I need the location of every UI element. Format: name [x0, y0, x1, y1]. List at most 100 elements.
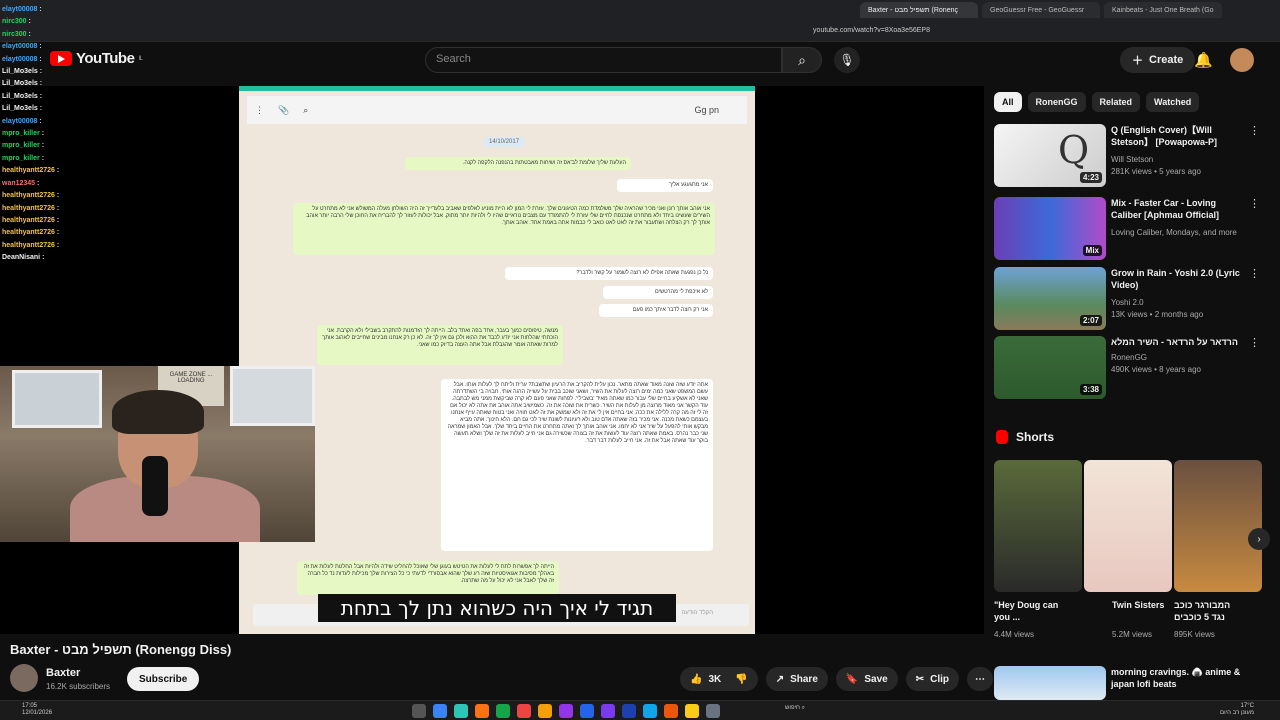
kebab-icon[interactable]: ⋮ [1249, 197, 1260, 210]
thumbs-down-icon[interactable]: 👎 [735, 674, 747, 685]
chat-message: mpro_killer : [2, 140, 102, 152]
video-thumbnail[interactable]: Mix [994, 197, 1106, 260]
shorts-icon [996, 430, 1008, 444]
more-actions-button[interactable]: ⋯ [966, 667, 993, 691]
chip-related[interactable]: Related [1091, 92, 1141, 112]
chat-separator: : [54, 204, 60, 212]
video-thumbnail[interactable]: Q 4:23 [994, 124, 1106, 187]
tab-kainbeats[interactable]: Kainbeats - Just One Breath (Go [1104, 2, 1222, 18]
taskbar-app-icon[interactable] [685, 704, 699, 718]
chat-username: Lil_Mo3els [2, 68, 38, 76]
chat-separator: : [54, 241, 60, 249]
recommended-video[interactable]: Q 4:23 Q (English Cover)【Will Stetson】 [… [994, 124, 1264, 188]
video-meta: 490K views • 8 years ago [1111, 365, 1201, 374]
taskbar-clock: 17:05 12/01/2026 [22, 703, 52, 717]
chat-separator: : [54, 216, 60, 224]
recommended-video[interactable]: 3:38 הרדאר על הרדאר - השיר המלא RonenGG … [994, 336, 1264, 400]
chevron-right-icon[interactable]: › [1248, 528, 1270, 550]
chat-message: mpro_killer : [2, 153, 102, 165]
chat-separator: : [37, 43, 42, 51]
video-thumbnail[interactable]: 3:38 [994, 336, 1106, 399]
account-avatar[interactable] [1230, 48, 1254, 72]
video-title[interactable]: morning cravings. 🍙 anime & japan lofi b… [1111, 666, 1249, 690]
taskbar-app-icon[interactable] [580, 704, 594, 718]
voice-search-button[interactable]: 🎙 [834, 47, 860, 73]
chat-username: healthyantt2726 [2, 241, 55, 249]
taskbar-search[interactable]: חיפוש ⌕ [785, 705, 805, 712]
webcam-feed: GAME ZONE ... LOADING [0, 366, 315, 542]
video-title[interactable]: Mix - Faster Car - Loving Caliber [Aphma… [1111, 197, 1249, 221]
short-title[interactable]: המבורגר כוכב נגד 5 כוכבים [1174, 599, 1232, 623]
taskbar-app-icon[interactable] [454, 704, 468, 718]
plus-icon: ＋ [1132, 55, 1143, 67]
video-title[interactable]: Q (English Cover)【Will Stetson】 [Powapow… [1111, 124, 1249, 148]
taskbar-app-icon[interactable] [622, 704, 636, 718]
url-text[interactable]: youtube.com/watch?v=8Xoa3e56EP8 [813, 27, 930, 34]
video-player[interactable]: ⋮ 📎 ⌕ Gg pn 14/10/2017 העלעת שליך שלומת … [0, 86, 984, 634]
subscriber-count: 16.2K subscribers [46, 682, 111, 691]
browser-bar: Baxter - תשפיל מבט (Ronenç GeoGuessr Fre… [0, 0, 1280, 42]
chat-separator: : [26, 30, 31, 38]
search-input[interactable]: Search [425, 47, 782, 73]
stream-chat-overlay: elayt00008 : nirc300 : nirc300 : elayt00008… [2, 4, 102, 265]
chat-username: elayt00008 [2, 6, 38, 13]
thumbs-up-icon: 👍 [690, 673, 703, 685]
video-title[interactable]: Grow in Rain - Yoshi 2.0 (Lyric Video) [1111, 267, 1249, 291]
chat-username: mpro_killer [2, 154, 40, 162]
taskbar-app-icon[interactable] [433, 704, 447, 718]
kebab-icon[interactable]: ⋮ [1249, 267, 1260, 280]
taskbar-app-icon[interactable] [601, 704, 615, 718]
chip-all[interactable]: All [994, 92, 1022, 112]
chat-message: mpro_killer : [2, 128, 102, 140]
message-bubble: אתה יודע שזה שונה מאוד שאתה מתאר. נכון ע… [441, 379, 713, 551]
recommended-video[interactable]: Mix Mix - Faster Car - Loving Caliber [A… [994, 197, 1264, 261]
taskbar-app-icon[interactable] [412, 704, 426, 718]
chat-username: Lil_Mo3els [2, 92, 38, 100]
taskbar-app-icon[interactable] [517, 704, 531, 718]
short-title[interactable]: "Hey Doug can you ... [994, 599, 1074, 623]
taskbar-app-icon[interactable] [538, 704, 552, 718]
recommended-video[interactable]: 2:07 Grow in Rain - Yoshi 2.0 (Lyric Vid… [994, 267, 1264, 331]
subscribe-button[interactable]: Subscribe [127, 667, 200, 691]
chip-watched[interactable]: Watched [1146, 92, 1200, 112]
notifications-bell-icon[interactable]: 🔔 [1194, 51, 1213, 69]
taskbar-app-icon[interactable] [643, 704, 657, 718]
kebab-icon[interactable]: ⋮ [1249, 124, 1260, 137]
short-thumbnail[interactable] [1084, 460, 1172, 592]
video-meta: 281K views • 5 years ago [1111, 167, 1201, 176]
taskbar-app-icon[interactable] [706, 704, 720, 718]
search-button[interactable]: ⌕ [782, 47, 822, 73]
country-code: IL [138, 55, 143, 62]
taskbar-app-icon[interactable] [559, 704, 573, 718]
chat-separator: : [39, 154, 45, 162]
channel-name[interactable]: Baxter [46, 667, 80, 679]
create-button[interactable]: ＋ Create [1120, 47, 1196, 73]
chip-ronengg[interactable]: RonenGG [1027, 92, 1086, 112]
video-thumbnail[interactable] [994, 666, 1106, 700]
chat-message: nirc300 : [2, 16, 102, 28]
video-thumbnail[interactable]: 2:07 [994, 267, 1106, 330]
short-thumbnail[interactable] [1174, 460, 1262, 592]
taskbar-weather[interactable]: 17°C מעונן רב היום [1220, 703, 1254, 717]
taskbar-app-icon[interactable] [664, 704, 678, 718]
share-button[interactable]: ↗ Share [765, 667, 828, 691]
chat-message: Lil_Mo3els : [2, 66, 102, 78]
like-button[interactable]: 👍 3K 👎 [680, 667, 758, 691]
search-icon: ⌕ [798, 51, 806, 68]
kebab-icon[interactable]: ⋮ [1249, 336, 1260, 349]
create-label: Create [1149, 54, 1184, 66]
tab-active[interactable]: Baxter - תשפיל מבט (Ronenç [860, 2, 978, 18]
address-bar[interactable]: youtube.com/watch?v=8Xoa3e56EP8 [370, 22, 1270, 38]
tab-geoguessr[interactable]: GeoGuessr Free - GeoGuessr [982, 2, 1100, 18]
shorts-heading: Shorts [996, 430, 1054, 444]
save-button[interactable]: 🔖 Save [835, 667, 898, 691]
chat-message: elayt00008 : [2, 54, 102, 66]
taskbar-app-icon[interactable] [475, 704, 489, 718]
clip-button[interactable]: ✂ Clip [905, 667, 959, 691]
channel-avatar[interactable] [10, 664, 38, 692]
taskbar-app-icon[interactable] [496, 704, 510, 718]
short-thumbnail[interactable] [994, 460, 1082, 592]
chat-message: healthyantt2726 : [2, 190, 102, 202]
video-title[interactable]: הרדאר על הרדאר - השיר המלא [1111, 336, 1249, 348]
duration-badge: Mix [1082, 245, 1102, 256]
